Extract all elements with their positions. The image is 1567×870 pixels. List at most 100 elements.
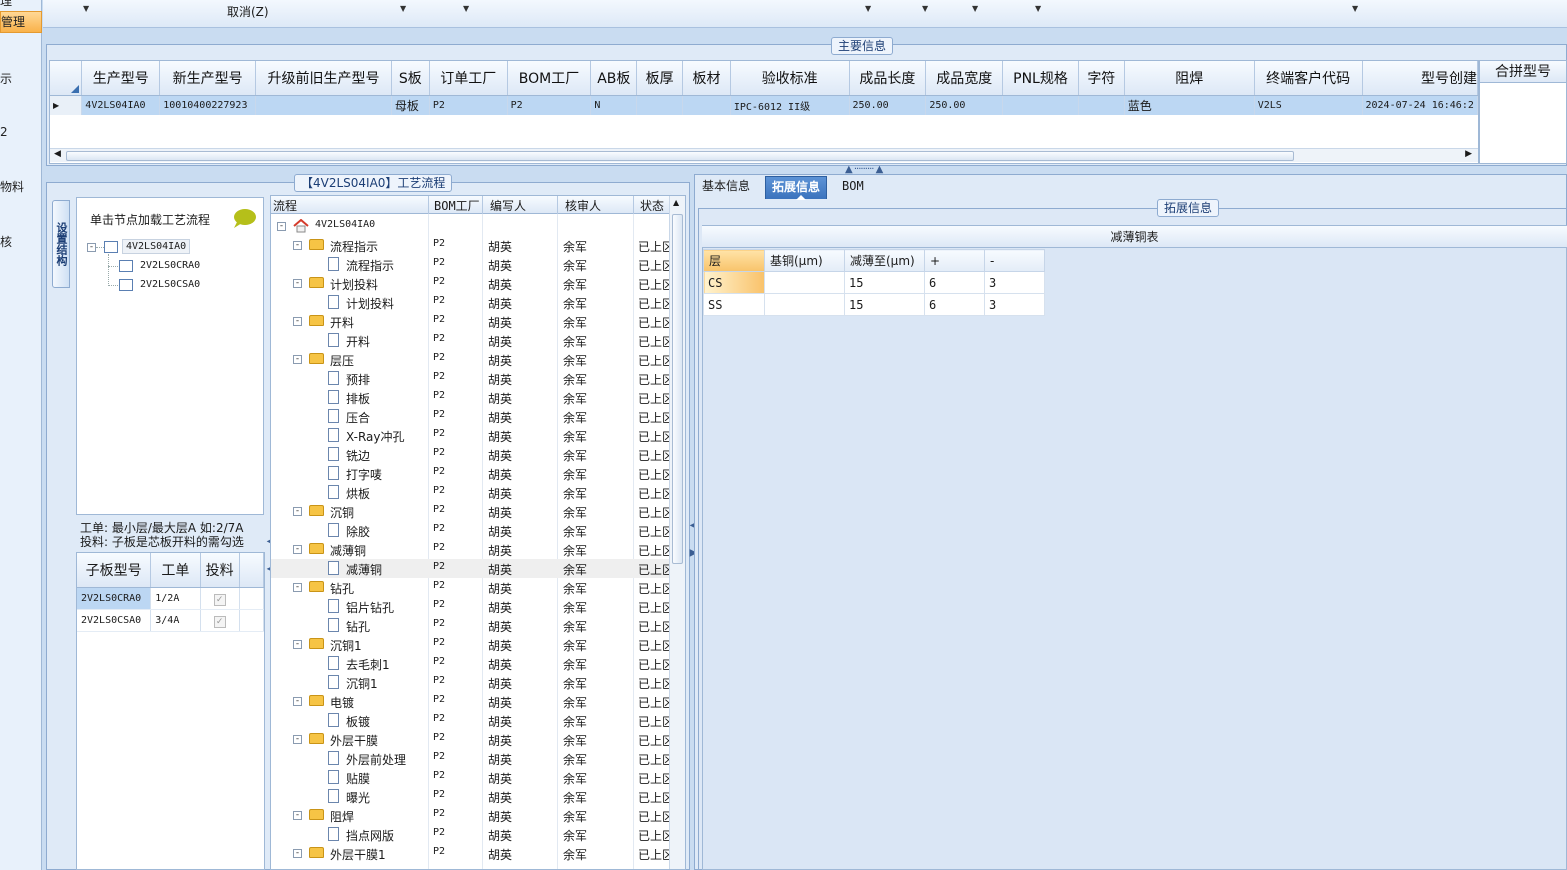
flow-group-row[interactable]: - 钻孔 P2 胡英 余军 已上区 xyxy=(271,578,671,597)
col-header[interactable]: 减薄至(μm) xyxy=(844,249,925,272)
table-cell[interactable] xyxy=(764,271,845,294)
collapse-toggle-icon[interactable]: - xyxy=(293,583,302,592)
cancel-button[interactable]: 取消(Z) xyxy=(227,3,269,20)
col-header[interactable]: 成品长度 xyxy=(849,61,927,96)
col-header[interactable]: S板 xyxy=(391,61,430,96)
nav-item-review[interactable]: 核 xyxy=(0,233,42,250)
col-header[interactable]: + xyxy=(924,249,985,272)
flow-group-row[interactable]: - 层压 P2 胡英 余军 已上区 xyxy=(271,350,671,369)
table-cell[interactable]: IPC-6012 II级 xyxy=(730,95,850,115)
table-cell[interactable]: 250.00 xyxy=(925,95,1004,115)
collapse-toggle-icon[interactable]: - xyxy=(293,640,302,649)
col-header[interactable]: AB板 xyxy=(590,61,638,96)
dropdown-arrow-icon[interactable]: ▼ xyxy=(1035,4,1041,13)
col-header[interactable]: 板材 xyxy=(682,61,731,96)
flow-step-row[interactable]: 曝光 P2 胡英 余军 已上区 xyxy=(271,787,671,806)
table-cell[interactable] xyxy=(764,293,845,316)
flow-step-row[interactable]: 减薄铜 P2 胡英 余军 已上区 xyxy=(271,559,671,578)
table-cell[interactable]: 6 xyxy=(924,271,985,294)
flow-step-row[interactable]: 计划投料 P2 胡英 余军 已上区 xyxy=(271,293,671,312)
scroll-right-icon[interactable]: ▶ xyxy=(1465,149,1472,159)
col-header[interactable]: PNL规格 xyxy=(1002,61,1079,96)
table-cell[interactable]: 蓝色 xyxy=(1124,95,1255,115)
table-cell[interactable]: 6 xyxy=(924,293,985,316)
table-cell[interactable] xyxy=(1078,95,1125,115)
col-header[interactable]: 层 xyxy=(703,249,765,272)
table-cell[interactable]: SS xyxy=(703,293,765,316)
table-cell[interactable]: 1/2A xyxy=(150,587,201,610)
flow-step-row[interactable]: 铝片钻孔 P2 胡英 余军 已上区 xyxy=(271,597,671,616)
tab-structure-setting[interactable]: 设置结构 xyxy=(52,200,70,288)
flow-step-row[interactable]: 铣边 P2 胡英 余军 已上区 xyxy=(271,445,671,464)
dropdown-arrow-icon[interactable]: ▼ xyxy=(1352,4,1358,13)
table-row[interactable]: SS 15 6 3 xyxy=(703,293,1045,316)
col-header[interactable]: 子板型号 xyxy=(77,553,152,588)
table-cell[interactable] xyxy=(682,95,731,115)
col-header[interactable]: - xyxy=(984,249,1045,272)
flow-group-row[interactable]: - 阻焊 P2 胡英 余军 已上区 xyxy=(271,806,671,825)
nav-item-0[interactable]: 理 xyxy=(0,0,42,6)
dropdown-arrow-icon[interactable]: ▼ xyxy=(922,4,928,13)
collapse-toggle-icon[interactable]: - xyxy=(293,811,302,820)
table-row[interactable]: CS 15 6 3 xyxy=(703,271,1045,294)
col-header[interactable]: 生产型号 xyxy=(81,61,161,96)
collapse-toggle-icon[interactable]: - xyxy=(293,697,302,706)
col-header[interactable]: BOM工厂 xyxy=(434,197,480,214)
horizontal-scrollbar[interactable]: ◀ ▶ xyxy=(50,148,1478,162)
flow-step-row[interactable]: 除胶 P2 胡英 余军 已上区 xyxy=(271,521,671,540)
tab-bom[interactable]: BOM xyxy=(836,176,870,199)
col-header[interactable]: 基铜(μm) xyxy=(764,249,845,272)
table-cell[interactable]: 3 xyxy=(984,271,1045,294)
flow-group-row[interactable]: - 外层干膜 P2 胡英 余军 已上区 xyxy=(271,730,671,749)
col-header[interactable]: 型号创建 xyxy=(1362,61,1478,96)
table-cell[interactable]: 3/4A xyxy=(150,609,201,632)
table-cell[interactable]: CS xyxy=(703,271,765,294)
collapse-toggle-icon[interactable]: - xyxy=(293,317,302,326)
flow-step-row[interactable]: 沉铜1 P2 胡英 余军 已上区 xyxy=(271,673,671,692)
col-header[interactable]: 阻焊 xyxy=(1124,61,1255,96)
flow-step-row[interactable]: 流程指示 P2 胡英 余军 已上区 xyxy=(271,255,671,274)
scrollbar-thumb[interactable] xyxy=(66,151,1294,161)
flow-group-row[interactable]: - 减薄铜 P2 胡英 余军 已上区 xyxy=(271,540,671,559)
collapse-toggle-icon[interactable]: - xyxy=(293,241,302,250)
tree-node-child[interactable]: 2V2LS0CSA0 xyxy=(140,279,200,290)
table-cell[interactable] xyxy=(255,95,392,115)
flow-group-row[interactable]: - 开料 P2 胡英 余军 已上区 xyxy=(271,312,671,331)
table-cell[interactable]: 15 xyxy=(844,271,925,294)
table-cell[interactable]: 10010400227923 xyxy=(159,95,257,115)
table-cell[interactable]: 2V2LS0CRA0 xyxy=(77,587,152,610)
col-header[interactable]: 流程 xyxy=(273,197,297,214)
tree-node-root[interactable]: 4V2LS04IA0 xyxy=(122,239,191,254)
table-row[interactable]: 2V2LS0CSA0 3/4A ✓ xyxy=(77,609,264,632)
flow-group-row[interactable]: - 流程指示 P2 胡英 余军 已上区 xyxy=(271,236,671,255)
dropdown-arrow-icon[interactable]: ▼ xyxy=(972,4,978,13)
nav-item-material[interactable]: 物料 xyxy=(0,178,42,195)
col-header[interactable]: 板厚 xyxy=(636,61,684,96)
col-header[interactable]: 验收标准 xyxy=(730,61,850,96)
feed-checkbox[interactable]: ✓ xyxy=(213,615,226,628)
dropdown-arrow-icon[interactable]: ▼ xyxy=(463,4,469,13)
dropdown-arrow-icon[interactable]: ▼ xyxy=(865,4,871,13)
col-header[interactable]: 终端客户代码 xyxy=(1254,61,1363,96)
flow-step-row[interactable]: 外层前处理 P2 胡英 余军 已上区 xyxy=(271,749,671,768)
table-cell[interactable]: 2024-07-24 16:46:2 xyxy=(1362,95,1478,115)
flow-step-row[interactable]: 压合 P2 胡英 余军 已上区 xyxy=(271,407,671,426)
table-cell[interactable]: 母板 xyxy=(391,95,430,115)
col-header[interactable]: 订单工厂 xyxy=(429,61,508,96)
col-header[interactable]: 新生产型号 xyxy=(159,61,257,96)
nav-item-3[interactable]: 2 xyxy=(0,125,42,139)
collapse-toggle-icon[interactable]: - xyxy=(293,735,302,744)
table-cell[interactable]: 2V2LS0CSA0 xyxy=(77,609,152,632)
scrollbar-thumb[interactable] xyxy=(672,214,683,564)
col-header[interactable]: 升级前旧生产型号 xyxy=(255,61,392,96)
col-header[interactable]: 字符 xyxy=(1078,61,1125,96)
nav-item-2[interactable]: 示 xyxy=(0,70,42,87)
table-cell[interactable]: 4V2LS04IA0 xyxy=(81,95,161,115)
flow-group-row[interactable]: - 电镀 P2 胡英 余军 已上区 xyxy=(271,692,671,711)
flow-step-row[interactable]: 烘板 P2 胡英 余军 已上区 xyxy=(271,483,671,502)
col-header[interactable]: 编写人 xyxy=(490,197,526,214)
nav-item-management[interactable]: 管理 xyxy=(0,11,42,33)
scroll-up-icon[interactable]: ▲ xyxy=(673,198,679,207)
table-cell[interactable]: 250.00 xyxy=(849,95,927,115)
col-header[interactable]: 投料 xyxy=(200,553,240,588)
